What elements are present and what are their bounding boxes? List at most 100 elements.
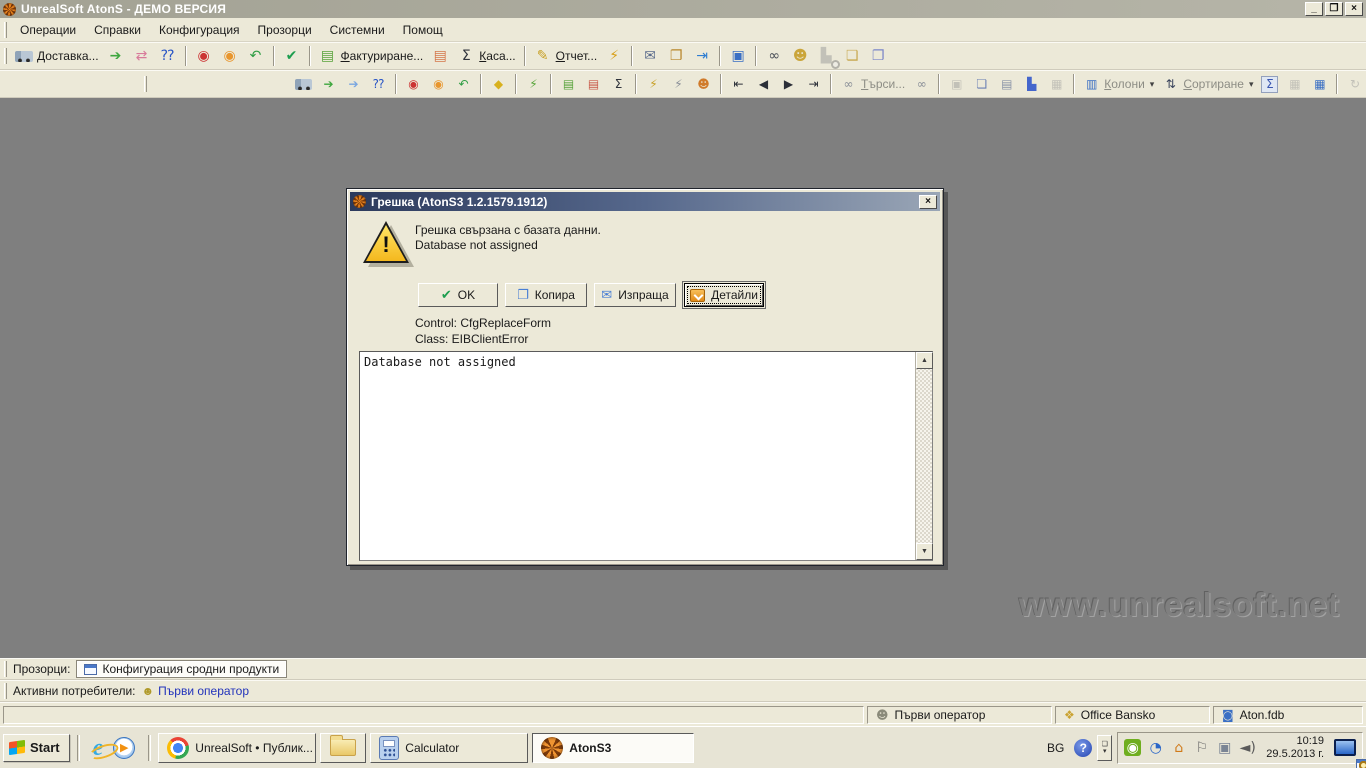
- show-desktop-icon[interactable]: [1334, 739, 1356, 756]
- menu-references[interactable]: Справки: [85, 20, 150, 40]
- sort-button[interactable]: ⇅ Сортиране ▾: [1158, 72, 1257, 96]
- button-label: Търси...: [861, 77, 905, 91]
- grid-import-window-icon[interactable]: ▤: [581, 72, 606, 96]
- restore-button[interactable]: ❐: [1325, 2, 1343, 16]
- network-globe-tray-icon[interactable]: ◔: [1147, 739, 1164, 756]
- cash-button[interactable]: Σ Каса...: [453, 44, 519, 68]
- search-button[interactable]: ∞ Търси...: [836, 72, 909, 96]
- transfer-window-icon[interactable]: ➔: [341, 72, 366, 96]
- mail-icon[interactable]: ✉: [637, 44, 663, 68]
- close-button[interactable]: ×: [1345, 2, 1363, 16]
- invoicing-button[interactable]: ▤ Фактуриране...: [315, 44, 428, 68]
- nodes-red-window-icon[interactable]: ◉: [401, 72, 426, 96]
- flag-tray-icon[interactable]: ⚐: [1193, 739, 1210, 756]
- report-button[interactable]: ✎ Отчет...: [530, 44, 602, 68]
- flash-user-icon[interactable]: ⚡: [666, 72, 691, 96]
- order-numbers-icon[interactable]: ⁇: [155, 44, 181, 68]
- window-search-icon[interactable]: ❐: [865, 44, 891, 68]
- undo-home-icon[interactable]: ↶: [243, 44, 269, 68]
- quick-report-icon[interactable]: ⚡: [601, 44, 627, 68]
- split-cells-icon[interactable]: ▦: [1282, 72, 1307, 96]
- menu-configuration[interactable]: Конфигурация: [150, 20, 249, 40]
- copy-button[interactable]: ❐ Копира: [505, 283, 587, 307]
- nvidia-tray-icon[interactable]: ◉: [1124, 739, 1141, 756]
- search-add-icon[interactable]: ∞: [909, 72, 934, 96]
- task-calculator-button[interactable]: Calculator: [370, 733, 528, 763]
- person-search-icon[interactable]: ☻: [787, 44, 813, 68]
- undo-window-icon[interactable]: ↶: [451, 72, 476, 96]
- nav-last-icon[interactable]: ⇥: [801, 72, 826, 96]
- window-config-button[interactable]: Конфигурация сродни продукти: [76, 660, 287, 678]
- minimize-button[interactable]: _: [1305, 2, 1323, 16]
- refresh-icon[interactable]: ↻: [1342, 72, 1366, 96]
- monitor-ok-icon[interactable]: ✔: [279, 44, 305, 68]
- network-tray-icon[interactable]: ▣: [1216, 739, 1233, 756]
- columns-button[interactable]: ▥ Колони ▾: [1079, 72, 1158, 96]
- monitor-search-icon[interactable]: ▣: [725, 44, 751, 68]
- grid-window-icon[interactable]: ▤: [556, 72, 581, 96]
- menu-windows[interactable]: Прозорци: [249, 20, 321, 40]
- sum-cell-icon[interactable]: Σ: [1257, 72, 1282, 96]
- error-message-line2: Database not assigned: [415, 238, 601, 253]
- process-transfer-icon[interactable]: ⇄: [129, 44, 155, 68]
- window-controls: _ ❐ ×: [1305, 2, 1363, 16]
- scroll-up-button[interactable]: ▲: [916, 352, 933, 369]
- users-window-icon[interactable]: ☻: [691, 72, 716, 96]
- copy-label: Копира: [535, 288, 575, 302]
- details-button[interactable]: Детайли: [684, 283, 764, 307]
- delivery-window-icon[interactable]: [291, 72, 316, 96]
- firewall-tray-icon[interactable]: ⌂: [1170, 739, 1187, 756]
- nodes-red-icon[interactable]: ◉: [191, 44, 217, 68]
- gold-window-icon[interactable]: ◆: [486, 72, 511, 96]
- dialog-close-button[interactable]: ×: [919, 195, 937, 209]
- nav-next-icon[interactable]: ▶: [776, 72, 801, 96]
- send-button[interactable]: ✉ Изпраща: [594, 283, 676, 307]
- nav-prev-icon[interactable]: ◀: [751, 72, 776, 96]
- internet-explorer-icon[interactable]: e: [93, 737, 104, 759]
- icon-box: ☻: [695, 76, 712, 93]
- mdi-workspace: www.unrealsoft.net Грешка (AtonS3 1.2.15…: [0, 98, 1366, 658]
- task-folder-button[interactable]: [320, 733, 366, 763]
- toolbar-grid: ➔ ➔ ⁇ ◉ ◉: [0, 70, 1366, 98]
- volume-tray-icon[interactable]: ◄): [1239, 739, 1256, 756]
- forward-window-icon[interactable]: ➔: [316, 72, 341, 96]
- details-textarea[interactable]: Database not assigned ▲ ▼: [359, 351, 933, 561]
- sum-window-icon[interactable]: Σ: [606, 72, 631, 96]
- delivery-button[interactable]: Доставка...: [11, 44, 103, 68]
- task-atons3-button[interactable]: AtonS3: [532, 733, 694, 763]
- nodes-orange-window-icon[interactable]: ◉: [426, 72, 451, 96]
- wallet-icon[interactable]: ❐: [663, 44, 689, 68]
- flash-report-icon[interactable]: ⚡: [641, 72, 666, 96]
- nav-first-icon[interactable]: ⇤: [726, 72, 751, 96]
- scroll-down-button[interactable]: ▼: [916, 543, 933, 560]
- binoculars-search-icon[interactable]: ∞: [761, 44, 787, 68]
- process-forward-icon[interactable]: ➔: [103, 44, 129, 68]
- toolbar-separator: [719, 46, 721, 66]
- task-chrome-button[interactable]: UnrealSoft • Публик...: [158, 733, 316, 763]
- active-user-link[interactable]: Първи оператор: [158, 684, 249, 698]
- chart-icon[interactable]: ▙: [1019, 72, 1044, 96]
- copy-icon: ❐: [517, 289, 529, 302]
- pages-window-icon[interactable]: ⁇: [366, 72, 391, 96]
- menu-help[interactable]: Помощ: [394, 20, 452, 40]
- save-icon[interactable]: ▣: [944, 72, 969, 96]
- vertical-scrollbar[interactable]: ▲ ▼: [915, 352, 932, 560]
- nodes-orange-icon[interactable]: ◉: [217, 44, 243, 68]
- preview-icon[interactable]: ❏: [969, 72, 994, 96]
- menu-systems[interactable]: Системни: [321, 20, 394, 40]
- table-icon[interactable]: ▦: [1307, 72, 1332, 96]
- invoice-import-icon[interactable]: ▤: [427, 44, 453, 68]
- start-button[interactable]: Start: [3, 734, 70, 762]
- language-indicator[interactable]: BG: [1042, 739, 1069, 757]
- lightning-icon[interactable]: ⚡: [521, 72, 546, 96]
- globe-table-icon[interactable]: ▦: [1044, 72, 1069, 96]
- hide-icons-chevron[interactable]: ❏ ▾: [1097, 735, 1112, 761]
- chart-search-icon[interactable]: ▙: [813, 44, 839, 68]
- icon-glyph: ⁇: [161, 49, 174, 63]
- document-search-icon[interactable]: ❏: [839, 44, 865, 68]
- ok-button[interactable]: ✔ OK: [418, 283, 498, 307]
- exit-icon[interactable]: ⇥: [689, 44, 715, 68]
- menu-operations[interactable]: Операции: [11, 20, 85, 40]
- help-tray-icon[interactable]: ?: [1074, 739, 1092, 757]
- print-icon[interactable]: ▤: [994, 72, 1019, 96]
